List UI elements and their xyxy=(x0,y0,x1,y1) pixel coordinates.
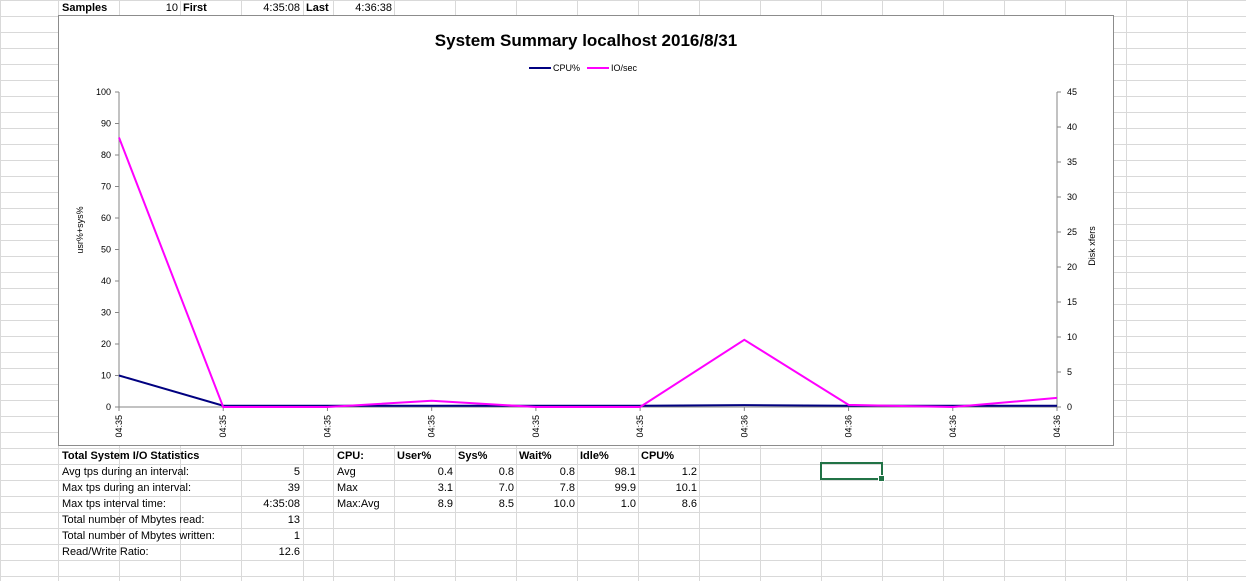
cpu-cell[interactable]: 98.1 xyxy=(578,464,636,480)
left-tick-label: 100 xyxy=(96,87,111,97)
x-tick-label: 04:35 xyxy=(531,415,541,438)
cpu-row-label[interactable]: Max:Avg xyxy=(337,496,380,512)
system-summary-chart[interactable]: System Summary localhost 2016/8/31 CPU% I… xyxy=(58,15,1114,446)
right-tick-label: 10 xyxy=(1067,332,1077,342)
cpu-cell[interactable]: 7.0 xyxy=(456,480,514,496)
y-axis-label-right: Disk xfers xyxy=(1087,226,1097,266)
chart-title: System Summary localhost 2016/8/31 xyxy=(435,31,737,50)
series-line-io-sec xyxy=(118,137,1058,409)
io-stat-value[interactable]: 4:35:08 xyxy=(242,496,300,512)
io-stat-label[interactable]: Total number of Mbytes read: xyxy=(62,512,204,528)
right-tick-label: 30 xyxy=(1067,192,1077,202)
x-tick-label: 04:36 xyxy=(739,415,749,438)
samples-value[interactable]: 10 xyxy=(120,0,178,16)
first-value[interactable]: 4:35:08 xyxy=(242,0,300,16)
right-tick-label: 35 xyxy=(1067,157,1077,167)
cpu-cell[interactable]: 10.0 xyxy=(517,496,575,512)
right-tick-label: 45 xyxy=(1067,87,1077,97)
x-tick-label: 04:36 xyxy=(844,415,854,438)
io-stat-label[interactable]: Read/Write Ratio: xyxy=(62,544,149,560)
chart-legend: CPU% IO/sec xyxy=(529,63,638,73)
left-axis: 0 10 20 30 40 50 60 70 80 90 100 xyxy=(96,87,120,412)
selected-cell[interactable] xyxy=(820,462,885,482)
cpu-header[interactable]: User% xyxy=(397,448,431,464)
x-tick-label: 04:35 xyxy=(427,415,437,438)
left-tick-label: 80 xyxy=(101,150,111,160)
left-tick-label: 60 xyxy=(101,213,111,223)
cpu-cell[interactable]: 0.8 xyxy=(517,464,575,480)
cpu-cell[interactable]: 8.5 xyxy=(456,496,514,512)
cpu-header[interactable]: CPU% xyxy=(641,448,674,464)
io-stat-label[interactable]: Avg tps during an interval: xyxy=(62,464,189,480)
cpu-cell[interactable]: 7.8 xyxy=(517,480,575,496)
io-stat-value[interactable]: 12.6 xyxy=(242,544,300,560)
cpu-cell[interactable]: 3.1 xyxy=(395,480,453,496)
io-stat-label[interactable]: Max tps during an interval: xyxy=(62,480,191,496)
cpu-row-label[interactable]: Max xyxy=(337,480,358,496)
fill-handle[interactable] xyxy=(878,475,885,482)
io-stats-title[interactable]: Total System I/O Statistics xyxy=(62,448,199,464)
left-tick-label: 10 xyxy=(101,371,111,381)
legend-label: CPU% xyxy=(553,63,580,73)
cpu-header[interactable]: Sys% xyxy=(458,448,487,464)
samples-label[interactable]: Samples xyxy=(62,0,107,16)
io-stat-label[interactable]: Total number of Mbytes written: xyxy=(62,528,215,544)
x-tick-label: 04:36 xyxy=(948,415,958,438)
cpu-cell[interactable]: 8.6 xyxy=(639,496,697,512)
cpu-row-label[interactable]: Avg xyxy=(337,464,356,480)
right-tick-label: 20 xyxy=(1067,262,1077,272)
grid-column-line xyxy=(1126,0,1127,581)
io-stat-label[interactable]: Max tps interval time: xyxy=(62,496,166,512)
io-stat-value[interactable]: 39 xyxy=(242,480,300,496)
x-tick-label: 04:35 xyxy=(114,415,124,438)
cpu-header[interactable]: CPU: xyxy=(337,448,364,464)
cpu-cell[interactable]: 1.2 xyxy=(639,464,697,480)
cpu-cell[interactable]: 0.8 xyxy=(456,464,514,480)
last-value[interactable]: 4:36:38 xyxy=(334,0,392,16)
left-tick-label: 50 xyxy=(101,245,111,255)
left-tick-label: 0 xyxy=(106,402,111,412)
right-tick-label: 15 xyxy=(1067,297,1077,307)
left-tick-label: 20 xyxy=(101,339,111,349)
io-stat-value[interactable]: 13 xyxy=(242,512,300,528)
x-tick-label: 04:36 xyxy=(1052,415,1062,438)
cpu-header[interactable]: Idle% xyxy=(580,448,609,464)
left-tick-label: 40 xyxy=(101,276,111,286)
right-tick-label: 0 xyxy=(1067,402,1072,412)
cpu-header[interactable]: Wait% xyxy=(519,448,552,464)
cpu-cell[interactable]: 8.9 xyxy=(395,496,453,512)
series-layer xyxy=(118,137,1058,409)
x-tick-label: 04:35 xyxy=(635,415,645,438)
chart-canvas: System Summary localhost 2016/8/31 CPU% I… xyxy=(75,31,1097,438)
grid-column-line xyxy=(1187,0,1188,581)
io-stat-value[interactable]: 5 xyxy=(242,464,300,480)
right-axis: 0 5 10 15 20 25 30 35 40 45 xyxy=(1056,87,1077,412)
x-tick-label: 04:35 xyxy=(218,415,228,438)
legend-label: IO/sec xyxy=(611,63,638,73)
last-label[interactable]: Last xyxy=(306,0,329,16)
cpu-cell[interactable]: 10.1 xyxy=(639,480,697,496)
right-tick-label: 40 xyxy=(1067,122,1077,132)
x-axis: 04:35 04:35 04:35 04:35 04:35 04:35 04:36 04:36… xyxy=(114,406,1062,438)
y-axis-label-left: usr%+sys% xyxy=(75,206,85,253)
x-tick-label: 04:35 xyxy=(322,415,332,438)
io-stat-value[interactable]: 1 xyxy=(242,528,300,544)
cpu-cell[interactable]: 99.9 xyxy=(578,480,636,496)
first-label[interactable]: First xyxy=(183,0,207,16)
right-tick-label: 25 xyxy=(1067,227,1077,237)
cpu-cell[interactable]: 0.4 xyxy=(395,464,453,480)
left-tick-label: 90 xyxy=(101,119,111,129)
series-line-cpu- xyxy=(118,374,1057,407)
cpu-cell[interactable]: 1.0 xyxy=(578,496,636,512)
left-tick-label: 30 xyxy=(101,308,111,318)
left-tick-label: 70 xyxy=(101,182,111,192)
right-tick-label: 5 xyxy=(1067,367,1072,377)
